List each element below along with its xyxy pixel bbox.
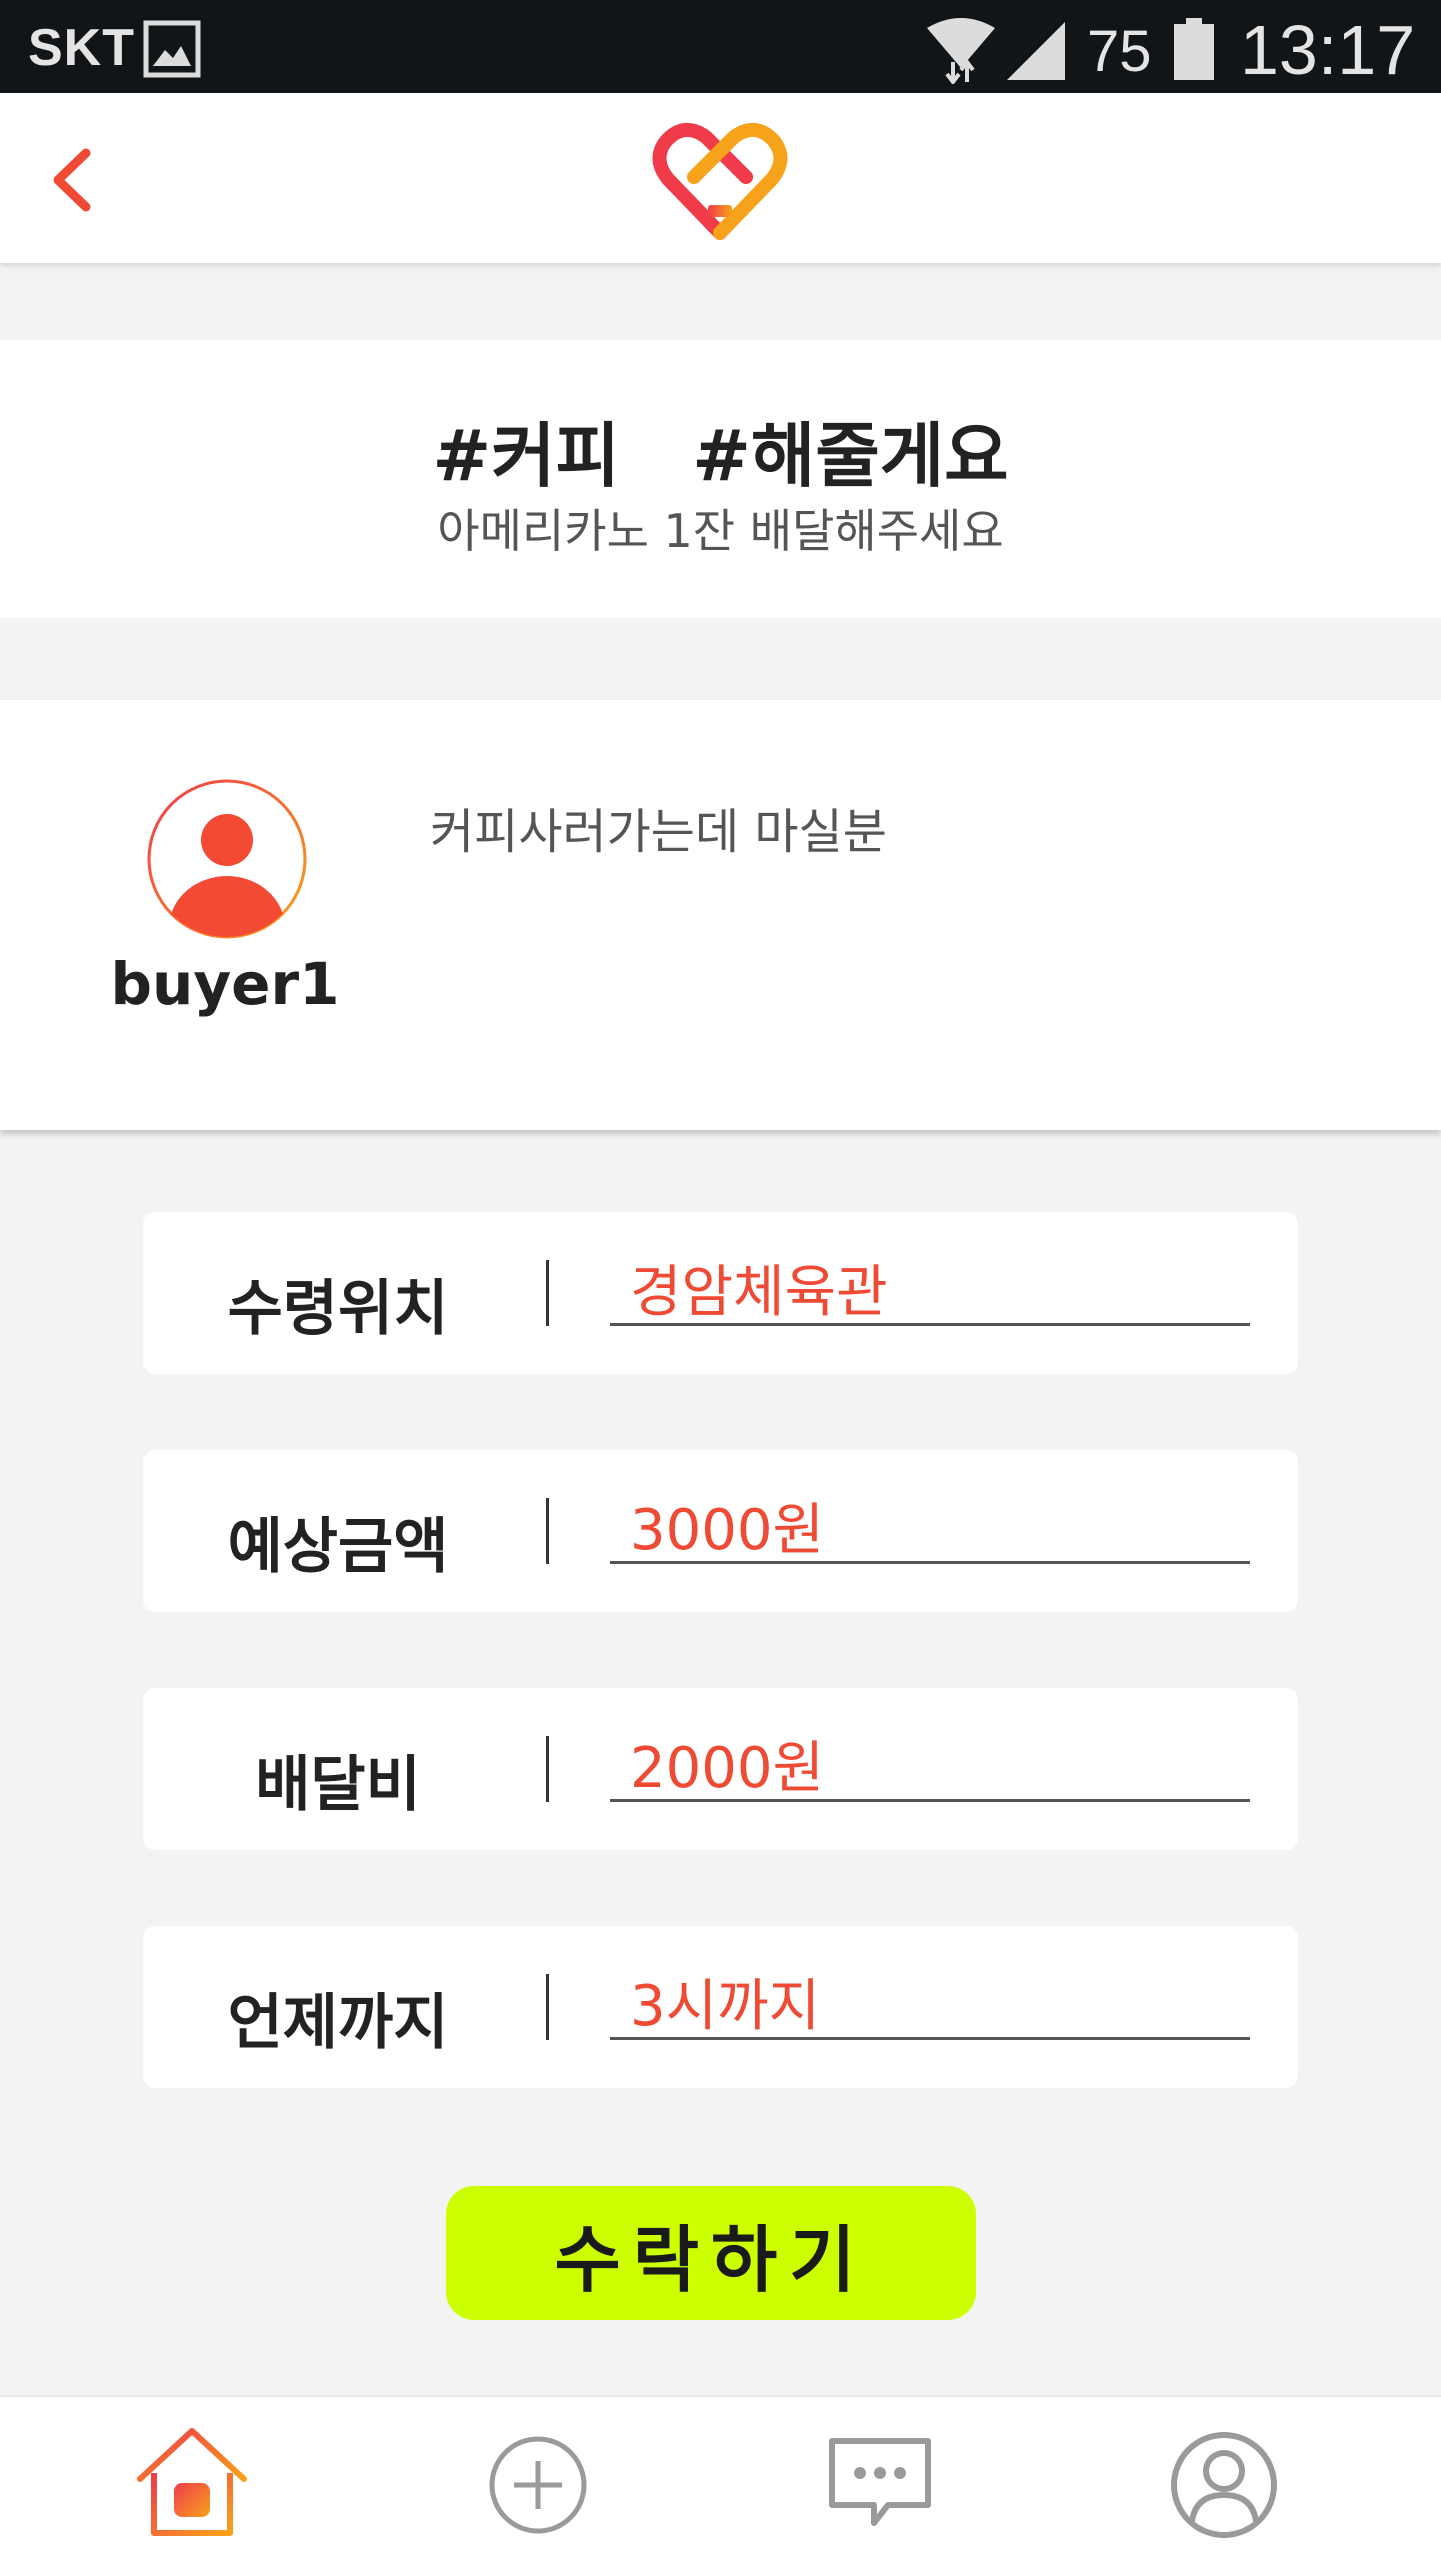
field-deadline: 언제까지 [143, 1926, 1298, 2088]
author-name: buyer1 [110, 950, 340, 1018]
back-button[interactable] [42, 145, 102, 215]
delivery-fee-input[interactable] [610, 1728, 1250, 1802]
battery-percent: 75 [1087, 19, 1152, 84]
field-pickup-location: 수령위치 [143, 1212, 1298, 1374]
user-avatar-icon[interactable] [146, 778, 308, 940]
image-icon [143, 20, 201, 78]
chat-bubble-icon[interactable] [818, 2421, 942, 2545]
user-icon[interactable] [1162, 2421, 1286, 2545]
signal-icon [1007, 22, 1065, 80]
field-label: 배달비 [255, 1750, 421, 1820]
post-card: buyer1 커피사러가는데 마실분 [0, 700, 1441, 1130]
field-delivery-fee: 배달비 [143, 1688, 1298, 1850]
tag-coffee[interactable]: #커피 [432, 415, 619, 497]
bottom-nav [0, 2395, 1441, 2561]
field-label: 언제까지 [227, 1988, 449, 2058]
field-divider [546, 1498, 549, 1564]
app-header [0, 93, 1441, 263]
field-divider [546, 1260, 549, 1326]
field-label: 예상금액 [227, 1512, 449, 1582]
field-expected-price: 예상금액 [143, 1450, 1298, 1612]
field-divider [546, 1974, 549, 2040]
battery-icon [1174, 18, 1214, 80]
wifi-icon [927, 18, 995, 84]
post-subtitle: 아메리카노 1잔 배달해주세요 [437, 504, 1004, 558]
expected-price-input[interactable] [610, 1490, 1250, 1564]
deadline-input[interactable] [610, 1966, 1250, 2040]
field-label: 수령위치 [227, 1274, 449, 1344]
post-tags: #커피 #해줄게요 [0, 400, 1441, 501]
heart-handshake-logo [652, 123, 788, 240]
status-bar: SKT 75 13:17 [0, 0, 1441, 93]
plus-circle-icon[interactable] [476, 2421, 600, 2545]
pickup-location-input[interactable] [610, 1252, 1250, 1326]
post-title-card: #커피 #해줄게요 아메리카노 1잔 배달해주세요 [0, 340, 1441, 618]
accept-button[interactable]: 수락하기 [446, 2186, 976, 2320]
tag-offer[interactable]: #해줄게요 [692, 415, 1008, 497]
home-icon[interactable] [130, 2421, 254, 2545]
field-divider [546, 1736, 549, 1802]
carrier-label: SKT [28, 19, 135, 77]
clock: 13:17 [1240, 11, 1416, 89]
post-body: 커피사러가는데 마실분 [430, 804, 887, 860]
